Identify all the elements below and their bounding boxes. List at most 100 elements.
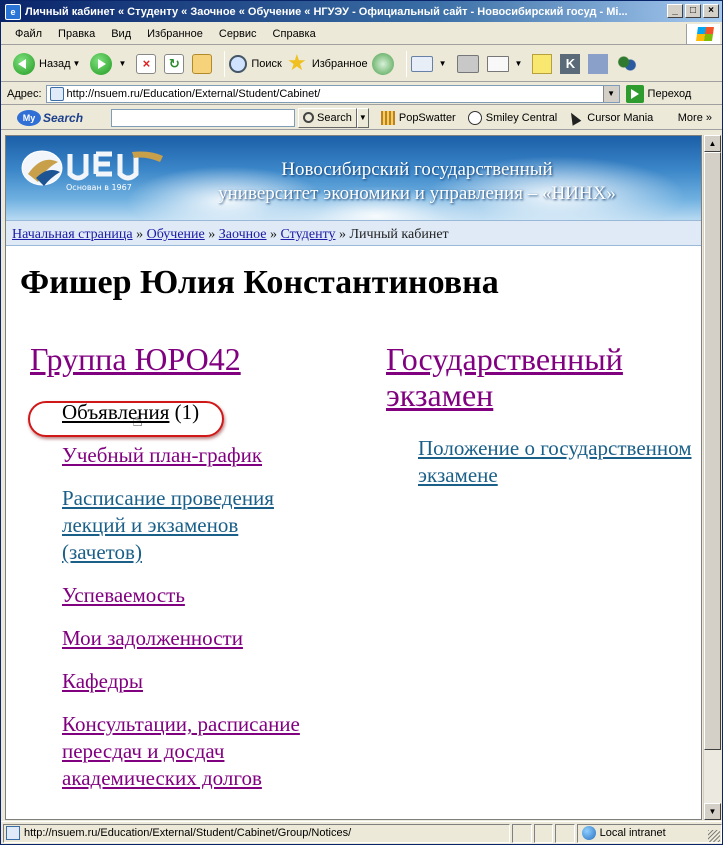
ie-icon: e: [5, 3, 21, 20]
windows-flag-icon: [696, 27, 714, 41]
edit-dropdown-icon[interactable]: ▼: [515, 59, 523, 68]
smiley-central-button[interactable]: Smiley Central: [467, 110, 558, 125]
stop-button[interactable]: ×: [136, 50, 160, 78]
popswatter-button[interactable]: PopSwatter: [380, 110, 456, 125]
mysearch-search-button[interactable]: Search: [298, 107, 357, 128]
university-name-line2: университет экономики и управления – «НИ…: [218, 183, 616, 204]
mysearch-logo[interactable]: My Search: [17, 109, 91, 127]
breadcrumb-current: Личный кабинет: [349, 227, 449, 242]
study-plan-link[interactable]: Учебный план-график: [62, 443, 262, 467]
back-button[interactable]: Назад ▼: [13, 50, 86, 78]
address-dropdown-icon[interactable]: ▼: [602, 85, 619, 102]
address-input[interactable]: [66, 87, 607, 100]
k-button[interactable]: K: [560, 50, 584, 78]
schedule-link[interactable]: Расписание проведения лекций и экзаменов…: [62, 485, 322, 566]
state-exam-heading-link[interactable]: Государственный экзамен: [386, 341, 686, 413]
search-button[interactable]: Поиск: [229, 50, 282, 78]
research-button[interactable]: [588, 50, 612, 78]
breadcrumb-student[interactable]: Студенту: [281, 227, 336, 242]
search-icon: [229, 54, 248, 73]
list-item: Консультации, расписание пересдач и досд…: [62, 711, 352, 792]
mysearch-logo-badge: My: [17, 109, 41, 126]
mysearch-input[interactable]: [111, 108, 295, 127]
globe-icon: [581, 826, 596, 840]
security-zone: Local intranet: [576, 823, 722, 843]
address-bar: Адрес: ▼ Переход: [1, 83, 722, 105]
menu-file[interactable]: Файл: [1, 28, 50, 40]
mail-dropdown-icon[interactable]: ▼: [439, 59, 447, 68]
title-bar: e Личный кабинет « Студенту « Заочное « …: [1, 1, 722, 22]
scroll-down-icon[interactable]: ▼: [704, 803, 721, 820]
address-label: Адрес:: [7, 87, 42, 100]
state-exam-links: Положение о государственном экзамене: [418, 435, 696, 489]
departments-link[interactable]: Кафедры: [62, 669, 143, 693]
university-name-line1: Новосибирский государственный: [281, 159, 553, 180]
edit-icon: [486, 55, 509, 72]
breadcrumb-home[interactable]: Начальная страница: [12, 227, 133, 242]
list-item: Мои задолженности: [62, 625, 352, 652]
more-button[interactable]: More »: [678, 112, 712, 124]
mysearch-dropdown-icon[interactable]: ▼: [356, 107, 369, 128]
breadcrumb-separator: »: [339, 227, 346, 242]
group-heading-link[interactable]: Группа ЮРО42: [30, 341, 352, 377]
go-button[interactable]: Переход: [625, 84, 691, 103]
breadcrumb-education[interactable]: Обучение: [147, 227, 205, 242]
minimize-button[interactable]: _: [667, 4, 683, 18]
popswatter-label: PopSwatter: [398, 111, 456, 124]
breadcrumb-separator: »: [208, 227, 216, 242]
toolbar-separator: [405, 50, 407, 77]
close-button[interactable]: ×: [703, 4, 719, 18]
home-button[interactable]: [192, 50, 216, 78]
debts-link[interactable]: Мои задолженности: [62, 626, 243, 650]
menu-favorites[interactable]: Избранное: [139, 28, 211, 40]
history-button[interactable]: [371, 50, 398, 78]
page-icon: [6, 826, 20, 840]
print-button[interactable]: [456, 50, 483, 78]
mysearch-toolbar: My Search Search ▼ PopSwatter Smiley Cent…: [1, 106, 722, 130]
note-button[interactable]: [532, 50, 556, 78]
cursor-mania-button[interactable]: Cursor Mania: [566, 109, 653, 126]
menu-help[interactable]: Справка: [265, 28, 324, 40]
grades-link[interactable]: Успеваемость: [62, 583, 185, 607]
menu-view[interactable]: Вид: [103, 28, 139, 40]
site-header: Основан в 1967 Новосибирский государстве…: [6, 136, 701, 220]
menu-tools[interactable]: Сервис: [211, 28, 265, 40]
exam-regulations-link[interactable]: Положение о государственном экзамене: [418, 435, 698, 489]
k-icon: K: [560, 53, 581, 74]
menu-edit[interactable]: Правка: [50, 28, 103, 40]
status-url: http://nsuem.ru/Education/External/Stude…: [24, 827, 352, 839]
maximize-button[interactable]: □: [685, 4, 701, 18]
forward-dropdown-icon[interactable]: ▼: [118, 59, 126, 68]
standard-toolbar: Назад ▼ ▼ × ↻ Поиск ★ Избранное ▼ ▼ K: [1, 46, 722, 82]
forward-arrow-icon: [90, 52, 113, 75]
back-dropdown-icon[interactable]: ▼: [73, 59, 81, 68]
consultations-link[interactable]: Консультации, расписание пересдач и досд…: [62, 711, 352, 792]
status-pane: [555, 823, 575, 843]
popswatter-icon: [380, 110, 395, 125]
resize-grip-icon[interactable]: [708, 830, 720, 842]
back-arrow-icon: [13, 52, 35, 75]
forward-button[interactable]: ▼: [90, 50, 132, 78]
messenger-button[interactable]: [616, 50, 642, 78]
smiley-central-label: Smiley Central: [485, 111, 558, 124]
highlight-annotation: [28, 401, 224, 437]
vertical-scrollbar[interactable]: ▲ ▼: [703, 135, 721, 820]
status-url-pane: http://nsuem.ru/Education/External/Stude…: [3, 823, 511, 843]
mail-icon: [410, 55, 433, 72]
list-item: Положение о государственном экзамене: [418, 435, 696, 489]
browser-window: e Личный кабинет « Студенту « Заочное « …: [0, 0, 723, 845]
breadcrumb-external[interactable]: Заочное: [219, 227, 267, 242]
research-icon: [588, 53, 609, 74]
refresh-button[interactable]: ↻: [164, 50, 188, 78]
page-content: Основан в 1967 Новосибирский государстве…: [5, 135, 702, 820]
status-bar: http://nsuem.ru/Education/External/Stude…: [1, 821, 722, 844]
edit-button[interactable]: ▼: [486, 50, 529, 78]
search-label: Поиск: [251, 57, 282, 70]
mail-button[interactable]: ▼: [410, 50, 453, 78]
favorites-button[interactable]: ★ Избранное: [286, 50, 368, 78]
list-item: Кафедры: [62, 668, 352, 695]
address-field[interactable]: ▼: [45, 84, 620, 103]
breadcrumb-separator: »: [136, 227, 144, 242]
scroll-up-icon[interactable]: ▲: [704, 135, 721, 152]
scroll-thumb[interactable]: [704, 152, 721, 750]
